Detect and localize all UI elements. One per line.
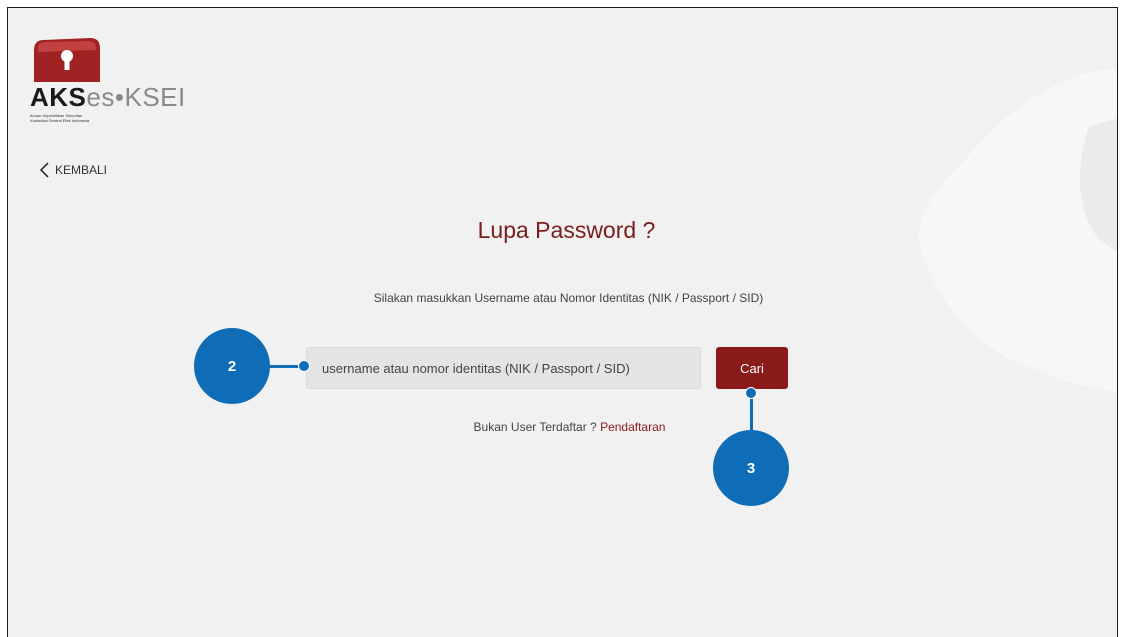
marker-3-leader [750,396,753,432]
identity-input[interactable] [306,347,701,389]
brand-tagline-line2: Kustodian Sentral Efek Indonesia [30,118,90,123]
back-link[interactable]: KEMBALI [38,161,107,179]
registration-prompt: Bukan User Terdaftar ? Pendaftaran [17,420,1117,434]
callout-marker-2: 2 [194,328,270,404]
back-link-label: KEMBALI [55,163,108,177]
callout-marker-3: 3 [713,430,789,506]
page-title: Lupa Password ? [477,217,656,243]
marker-3-anchor [745,387,757,399]
page-frame: AKSes•KSEI Acuan Kepemilikan Sekuritas K… [7,7,1118,637]
search-button[interactable]: Cari [716,347,788,389]
brand-tagline: Acuan Kepemilikan Sekuritas Kustodian Se… [30,113,89,123]
marker-2-anchor [298,360,310,372]
instruction-text: Silakan masukkan Username atau Nomor Ide… [373,291,764,305]
registration-link[interactable]: Pendaftaran [600,420,665,434]
registration-prompt-text: Bukan User Terdaftar ? [473,420,601,434]
brand-wordmark: AKSes•KSEI [30,82,186,112]
chevron-left-icon [39,162,49,178]
